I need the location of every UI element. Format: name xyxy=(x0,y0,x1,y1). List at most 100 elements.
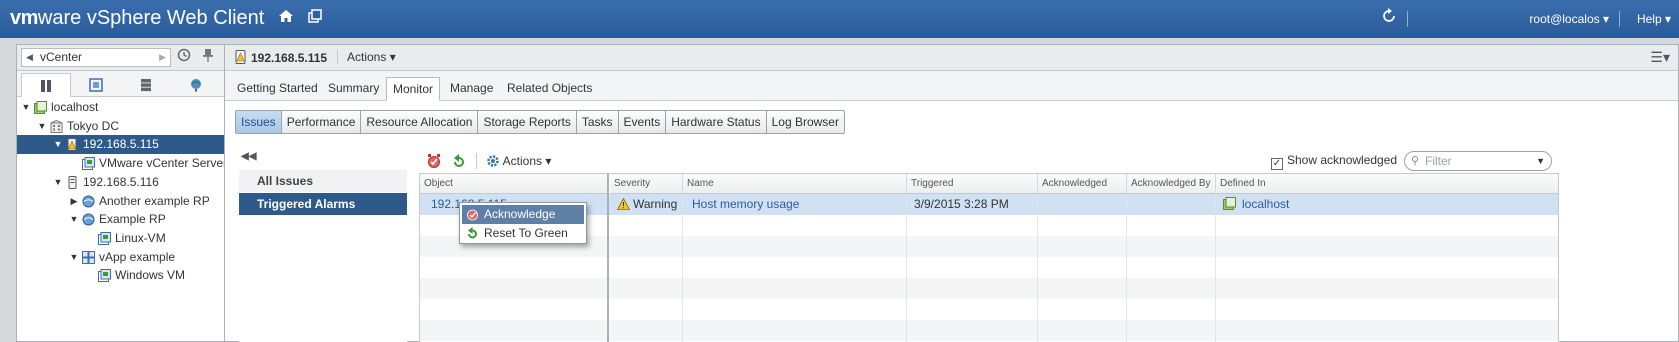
actions-menu-button[interactable]: Actions ▾ xyxy=(337,50,396,64)
pin-icon[interactable] xyxy=(199,48,217,66)
monitor-subtabs: Issues Performance Resource Allocation S… xyxy=(235,110,845,134)
home-icon[interactable] xyxy=(276,8,296,28)
tab-vms-templates[interactable] xyxy=(71,73,121,97)
menu-item-reset-to-green[interactable]: Reset To Green xyxy=(462,224,584,243)
history-icon[interactable] xyxy=(175,48,193,66)
subtab-tasks[interactable]: Tasks xyxy=(577,111,619,133)
tab-manage[interactable]: Manage xyxy=(444,77,499,101)
expand-toggle-icon[interactable]: ▼ xyxy=(53,135,63,154)
column-header-severity[interactable]: Severity xyxy=(610,174,683,194)
expand-toggle-icon[interactable]: ▼ xyxy=(69,210,79,229)
tree-node[interactable]: ▼ 192.168.5.116 xyxy=(17,173,237,192)
subtab-hardware-status[interactable]: Hardware Status xyxy=(666,111,767,133)
cell-name[interactable]: Host memory usage xyxy=(687,194,799,215)
new-window-icon[interactable] xyxy=(305,8,325,28)
reset-to-green-icon[interactable] xyxy=(451,153,467,169)
app-brand: vmware vSphere Web Client xyxy=(10,7,264,30)
tree-node[interactable]: Windows VM xyxy=(17,266,237,285)
defined-in-link[interactable]: localhost xyxy=(1242,197,1289,211)
object-header: 192.168.5.115 Actions ▾ ☰▾ xyxy=(225,45,1678,71)
show-acknowledged-label: Show acknowledged xyxy=(1287,153,1398,167)
expand-toggle-icon[interactable]: ▼ xyxy=(53,173,63,192)
user-menu[interactable]: root@localos ▾ xyxy=(1529,12,1609,26)
tree-node[interactable]: ▼ localhost xyxy=(17,98,237,117)
gear-icon xyxy=(487,155,499,167)
storage-icon xyxy=(141,79,151,92)
navigator-breadcrumb[interactable]: ◀ vCenter ▶ xyxy=(21,48,171,67)
brand-vm: vm xyxy=(10,7,38,29)
nav-triggered-alarms[interactable]: Triggered Alarms xyxy=(239,193,407,215)
tab-monitor[interactable]: Monitor xyxy=(386,77,441,101)
host-icon xyxy=(66,175,79,189)
expand-toggle-icon[interactable]: ▼ xyxy=(69,248,79,267)
column-header-defined-in[interactable]: Defined In xyxy=(1216,174,1558,194)
back-arrow-icon[interactable]: ◀ xyxy=(26,49,33,66)
vcenter-icon xyxy=(1223,197,1236,210)
acknowledge-alarm-icon[interactable] xyxy=(426,153,442,169)
tab-networking[interactable] xyxy=(171,73,221,97)
subtab-resource-allocation[interactable]: Resource Allocation xyxy=(361,111,479,133)
chevron-down-icon: ▾ xyxy=(1602,12,1609,26)
table-row-empty xyxy=(420,215,1558,236)
tree-node[interactable]: ▶ Another example RP xyxy=(17,192,237,211)
column-header-object[interactable]: Object xyxy=(420,174,608,194)
table-row[interactable]: 192.168.5.115 Warning Host memory usage … xyxy=(420,194,1558,215)
tab-summary[interactable]: Summary xyxy=(322,77,385,101)
tree-node-label: 192.168.5.115 xyxy=(83,137,159,152)
collapse-panel-icon[interactable]: ◀◀ xyxy=(241,151,256,162)
subtab-storage-reports[interactable]: Storage Reports xyxy=(478,111,577,133)
table-row-empty xyxy=(420,257,1558,278)
subtab-issues[interactable]: Issues xyxy=(236,111,282,133)
grid-actions-menu[interactable]: Actions ▾ xyxy=(486,154,551,168)
host-warning-icon xyxy=(66,138,79,152)
tree-node[interactable]: ▼ Example RP xyxy=(17,210,237,229)
frozen-column-divider[interactable] xyxy=(607,174,609,342)
networking-icon xyxy=(191,79,201,92)
panel-menu-icon[interactable]: ☰▾ xyxy=(1650,49,1670,66)
hosts-clusters-icon xyxy=(41,80,51,92)
show-acknowledged-checkbox[interactable]: ✓ xyxy=(1271,158,1283,170)
tree-node-label: Linux-VM xyxy=(115,230,166,245)
refresh-icon[interactable] xyxy=(1379,8,1399,28)
table-row-empty xyxy=(420,299,1558,320)
subtab-events[interactable]: Events xyxy=(619,111,667,133)
subtab-log-browser[interactable]: Log Browser xyxy=(767,111,844,133)
tab-getting-started[interactable]: Getting Started xyxy=(231,77,324,101)
resource-pool-icon xyxy=(82,213,95,226)
column-header-acknowledged[interactable]: Acknowledged xyxy=(1038,174,1127,194)
column-line xyxy=(906,194,907,342)
help-menu[interactable]: Help ▾ xyxy=(1637,12,1671,26)
tab-related-objects[interactable]: Related Objects xyxy=(501,77,598,101)
subtab-performance[interactable]: Performance xyxy=(282,111,362,133)
expand-toggle-icon[interactable]: ▼ xyxy=(37,117,47,136)
tree-node[interactable]: Linux-VM xyxy=(17,229,237,248)
column-header-triggered[interactable]: Triggered xyxy=(907,174,1038,194)
chevron-down-icon: ▾ xyxy=(545,154,552,168)
collapse-toggle-icon[interactable]: ▶ xyxy=(69,192,79,211)
search-icon: ⚲ xyxy=(1411,155,1420,167)
tab-storage[interactable] xyxy=(121,73,171,97)
menu-item-acknowledge[interactable]: Acknowledge xyxy=(462,205,584,224)
nav-all-issues[interactable]: All Issues xyxy=(239,170,407,192)
acknowledge-label: Acknowledge xyxy=(484,207,556,221)
column-header-acknowledged-by[interactable]: Acknowledged By xyxy=(1127,174,1216,194)
show-acknowledged-toggle[interactable]: ✓ Show acknowledged xyxy=(1271,153,1397,170)
tree-node[interactable]: VMware vCenter Server ... xyxy=(17,154,240,173)
cell-acknowledged-by xyxy=(1129,194,1134,215)
tree-node[interactable]: ▼ vApp example xyxy=(17,248,237,267)
column-line xyxy=(682,194,683,342)
cell-triggered: 3/9/2015 3:28 PM xyxy=(914,197,1009,211)
vms-templates-icon xyxy=(89,78,103,92)
forward-arrow-icon[interactable]: ▶ xyxy=(159,49,166,66)
vm-icon xyxy=(98,269,111,283)
chevron-down-icon: ▾ xyxy=(389,50,396,64)
expand-toggle-icon[interactable]: ▼ xyxy=(21,98,31,117)
vm-icon xyxy=(82,157,95,171)
filter-input[interactable]: ⚲ Filter ▼ xyxy=(1404,151,1552,171)
tree-node[interactable]: ▼ Tokyo DC xyxy=(17,117,237,136)
tree-node[interactable]: ▼192.168.5.115› xyxy=(17,135,237,155)
column-header-name[interactable]: Name xyxy=(683,174,907,194)
tab-hosts-clusters[interactable] xyxy=(21,73,71,97)
chevron-down-icon[interactable]: ▼ xyxy=(1536,152,1545,170)
user-name: root@localos xyxy=(1529,12,1600,26)
